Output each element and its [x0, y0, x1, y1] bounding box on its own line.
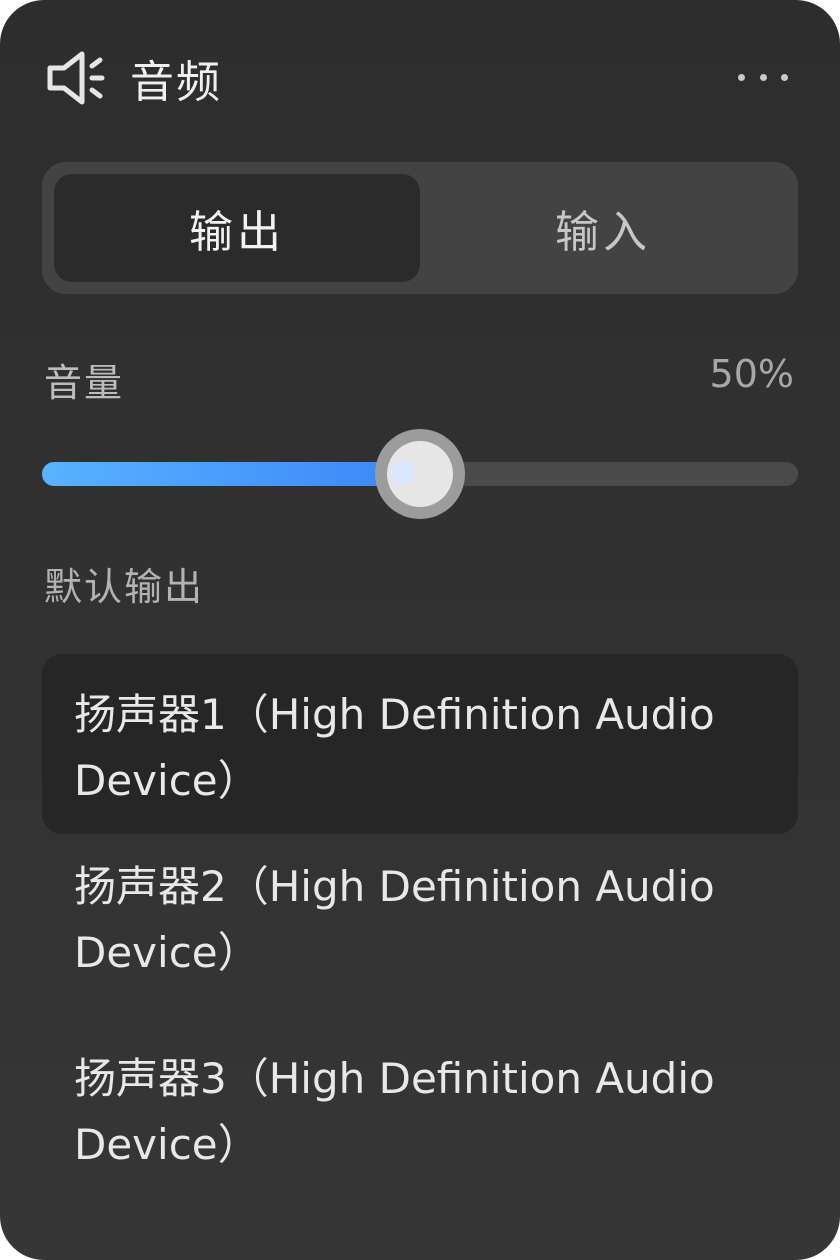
device-item-speaker-3[interactable]: 扬声器3（High Definition Audio Device）	[42, 1026, 798, 1218]
device-item-speaker-1[interactable]: 扬声器1（High Definition Audio Device）	[42, 654, 798, 834]
more-icon[interactable]	[738, 62, 788, 92]
audio-panel: 音频 输出 输入 音量 50% 默认输出 扬声器1（High Definitio…	[0, 0, 840, 1260]
volume-value: 50%	[709, 352, 794, 396]
tab-output[interactable]: 输出	[54, 174, 420, 282]
tab-input[interactable]: 输入	[420, 174, 786, 282]
volume-label: 音量	[44, 361, 125, 405]
volume-slider-thumb-inner	[387, 441, 453, 507]
volume-slider-thumb[interactable]	[375, 429, 465, 519]
more-dot	[759, 73, 767, 81]
output-input-switch: 输出 输入	[42, 162, 798, 294]
device-item-speaker-2[interactable]: 扬声器2（High Definition Audio Device）	[42, 834, 798, 1026]
more-dot	[738, 73, 745, 81]
panel-title: 音频	[130, 57, 222, 108]
device-list: 扬声器1（High Definition Audio Device） 扬声器2（…	[42, 654, 798, 1218]
speaker-icon	[46, 46, 110, 110]
volume-slider-fill	[42, 462, 420, 486]
panel-header: 音频	[46, 46, 222, 110]
more-dot	[781, 73, 788, 81]
default-output-label: 默认输出	[44, 565, 205, 609]
volume-slider[interactable]	[42, 429, 798, 519]
